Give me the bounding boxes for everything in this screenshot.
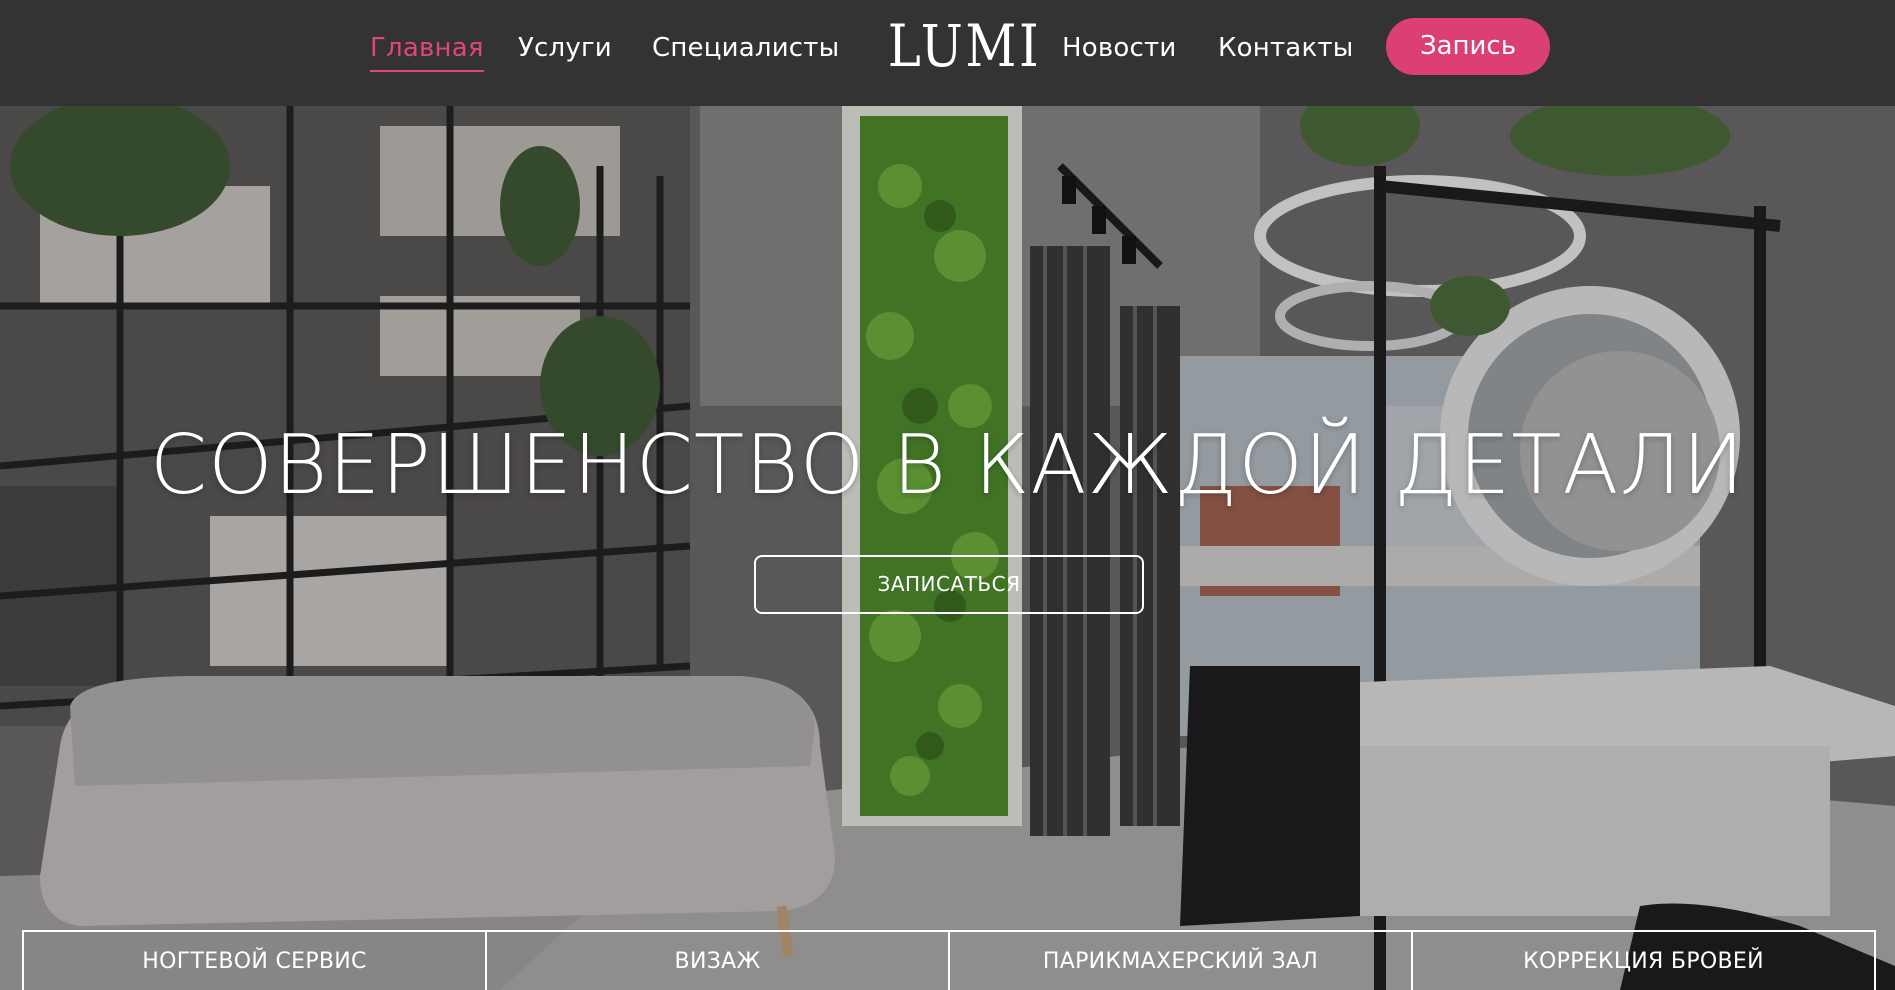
nav-specialists[interactable]: Специалисты (652, 30, 839, 66)
service-makeup[interactable]: ВИЗАЖ (485, 930, 948, 990)
site-logo[interactable]: LUMI (888, 14, 1039, 78)
service-hair[interactable]: ПАРИКМАХЕРСКИЙ ЗАЛ (948, 930, 1411, 990)
nav-news[interactable]: Новости (1062, 30, 1176, 66)
hero-section: СОВЕРШЕНСТВО В КАЖДОЙ ДЕТАЛИ ЗАПИСАТЬСЯ (0, 106, 1895, 990)
nav-home[interactable]: Главная (370, 30, 484, 72)
service-brows[interactable]: КОРРЕКЦИЯ БРОВЕЙ (1411, 930, 1876, 990)
nav-contacts[interactable]: Контакты (1218, 30, 1353, 66)
signup-button[interactable]: ЗАПИСАТЬСЯ (754, 555, 1144, 614)
services-bar: НОГТЕВОЙ СЕРВИС ВИЗАЖ ПАРИКМАХЕРСКИЙ ЗАЛ… (22, 930, 1876, 990)
site-header: Главная Услуги Специалисты LUMI Новости … (0, 0, 1895, 106)
hero-title: СОВЕРШЕНСТВО В КАЖДОЙ ДЕТАЛИ (149, 418, 1746, 513)
book-button[interactable]: Запись (1386, 18, 1550, 75)
service-nail[interactable]: НОГТЕВОЙ СЕРВИС (22, 930, 485, 990)
hero-overlay (0, 106, 1895, 990)
nav-services[interactable]: Услуги (518, 30, 612, 66)
